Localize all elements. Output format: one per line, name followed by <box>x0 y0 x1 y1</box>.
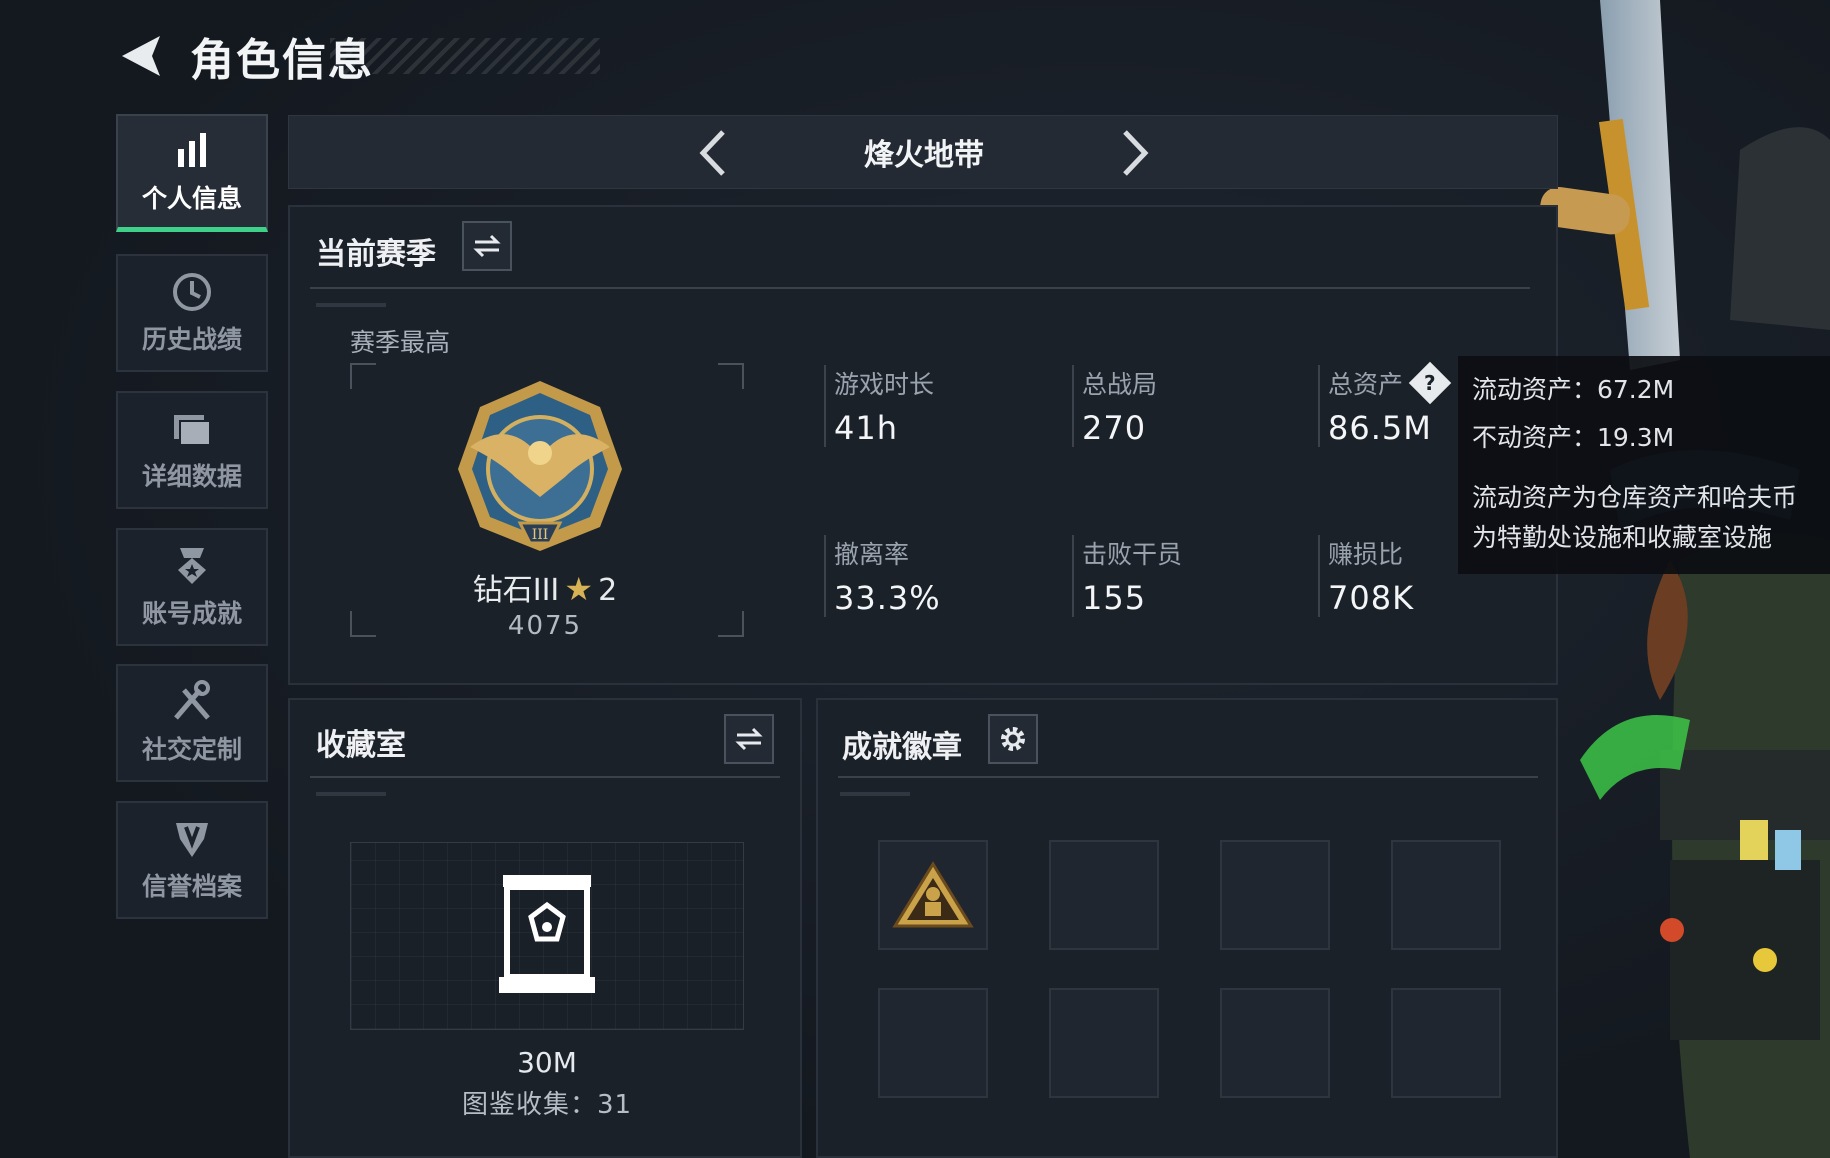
swap-icon <box>735 727 763 751</box>
clock-icon <box>173 273 211 311</box>
character-artwork <box>1540 0 1830 1158</box>
gear-icon <box>1001 727 1025 751</box>
sidebar-item-history[interactable]: 历史战绩 <box>116 254 268 372</box>
chevron-right-icon[interactable] <box>1109 126 1159 180</box>
help-icon[interactable]: ? <box>1408 361 1452 405</box>
stat-kills: 击败干员 155 <box>1072 535 1182 617</box>
divider <box>838 776 1538 778</box>
divider <box>310 776 780 778</box>
assets-tooltip: 流动资产：67.2M 不动资产：19.3M 流动资产为仓库资产和哈夫币 为特勤处… <box>1458 356 1830 574</box>
stat-profit-ratio: 赚损比 708K <box>1318 535 1414 617</box>
badge-slot[interactable] <box>1220 988 1330 1098</box>
divider <box>310 287 1530 289</box>
badge-slot[interactable] <box>1049 840 1159 950</box>
stat-value: 708K <box>1328 579 1415 617</box>
bar-chart-icon <box>178 132 206 167</box>
collection-display[interactable] <box>350 842 744 1030</box>
badges-panel: 成就徽章 <box>816 698 1558 1158</box>
sidebar-item-label: 账号成就 <box>141 599 242 628</box>
sidebar-item-label: 社交定制 <box>141 735 242 764</box>
sidebar-item-label: 信誉档案 <box>141 872 242 901</box>
badge-slot[interactable] <box>1391 988 1501 1098</box>
stat-label: 总资产 <box>1328 370 1404 399</box>
collection-title: 收藏室 <box>316 728 406 763</box>
medal-icon <box>178 548 206 584</box>
season-title: 当前赛季 <box>316 237 436 272</box>
collection-count: 图鉴收集：31 <box>461 1090 633 1120</box>
stat-label: 总战局 <box>1082 370 1158 399</box>
stat-value: 86.5M <box>1328 409 1432 447</box>
collection-panel: 收藏室 30M 图鉴收集：31 <box>288 698 802 1158</box>
sidebar-item-reputation[interactable]: 信誉档案 <box>116 801 268 919</box>
mode-title: 烽火地带 <box>864 138 984 173</box>
sidebar-item-label: 历史战绩 <box>141 325 242 354</box>
sidebar-item-achievements[interactable]: 账号成就 <box>116 528 268 646</box>
frame-corner <box>718 611 744 637</box>
section-subtitle <box>840 792 910 796</box>
badges-settings-button[interactable] <box>988 714 1038 764</box>
season-switch-button[interactable] <box>462 221 512 271</box>
stat-total-matches: 总战局 270 <box>1072 365 1157 447</box>
badge-slot[interactable] <box>878 840 988 950</box>
sidebar-item-detailed-data[interactable]: 详细数据 <box>116 391 268 509</box>
badge-slot[interactable] <box>1391 840 1501 950</box>
rank-score: 4075 <box>507 611 583 641</box>
badges-title: 成就徽章 <box>842 730 962 765</box>
stat-label: 赚损比 <box>1328 540 1404 569</box>
rank-stars: 2 <box>598 573 618 608</box>
stat-value: 41h <box>834 409 898 447</box>
mode-selector: 烽火地带 <box>288 115 1558 189</box>
stat-value: 33.3% <box>834 579 941 617</box>
stat-value: 155 <box>1082 579 1147 617</box>
folder-icon <box>174 415 211 446</box>
season-panel: 当前赛季 赛季最高 III 钻石III ★ 2 4075 游戏时长 41h 总战… <box>288 205 1558 685</box>
stat-extraction-rate: 撤离率 33.3% <box>824 535 941 617</box>
stat-label: 撤离率 <box>834 540 910 569</box>
stat-total-assets: 总资产 ? 86.5M <box>1318 361 1452 447</box>
badge-slot[interactable] <box>1220 840 1330 950</box>
frame-corner <box>350 363 376 389</box>
rank-line: 钻石III ★ 2 <box>430 565 660 609</box>
tooltip-fixed-assets: 不动资产：19.3M <box>1472 423 1675 452</box>
page-title: 角色信息 <box>190 35 374 86</box>
season-best-label: 赛季最高 <box>350 328 451 357</box>
collection-value: 30M <box>517 1046 577 1079</box>
stat-label: 击败干员 <box>1082 540 1183 569</box>
stat-label: 游戏时长 <box>834 370 935 399</box>
section-subtitle <box>316 792 386 796</box>
tooltip-liquid-assets: 流动资产：67.2M <box>1472 375 1675 404</box>
tooltip-note-line: 流动资产为仓库资产和哈夫币 <box>1472 483 1798 512</box>
frame-corner <box>350 611 376 637</box>
rank-name: 钻石III <box>472 573 560 608</box>
back-arrow-icon[interactable] <box>112 28 168 84</box>
frame-corner <box>718 363 744 389</box>
badge-slot[interactable] <box>878 988 988 1098</box>
shield-icon <box>176 823 208 857</box>
achievement-badge-icon <box>892 861 974 928</box>
stat-value: 270 <box>1082 409 1147 447</box>
tools-icon <box>174 680 210 720</box>
badge-slot[interactable] <box>1049 988 1159 1098</box>
stat-play-time: 游戏时长 41h <box>824 365 934 447</box>
rank-emblem-icon: III <box>458 381 622 551</box>
swap-icon <box>473 234 501 258</box>
sidebar-item-personal-info[interactable]: 个人信息 <box>116 114 268 232</box>
sidebar-item-social[interactable]: 社交定制 <box>116 664 268 782</box>
sidebar-item-label: 详细数据 <box>141 462 242 491</box>
section-subtitle <box>316 303 386 307</box>
display-case-icon <box>499 875 595 993</box>
collection-switch-button[interactable] <box>724 714 774 764</box>
svg-text:III: III <box>532 527 549 543</box>
tooltip-note-line: 为特勤处设施和收藏室设施 <box>1472 523 1773 552</box>
sidebar-item-label: 个人信息 <box>141 183 242 213</box>
star-icon: ★ <box>564 570 594 608</box>
